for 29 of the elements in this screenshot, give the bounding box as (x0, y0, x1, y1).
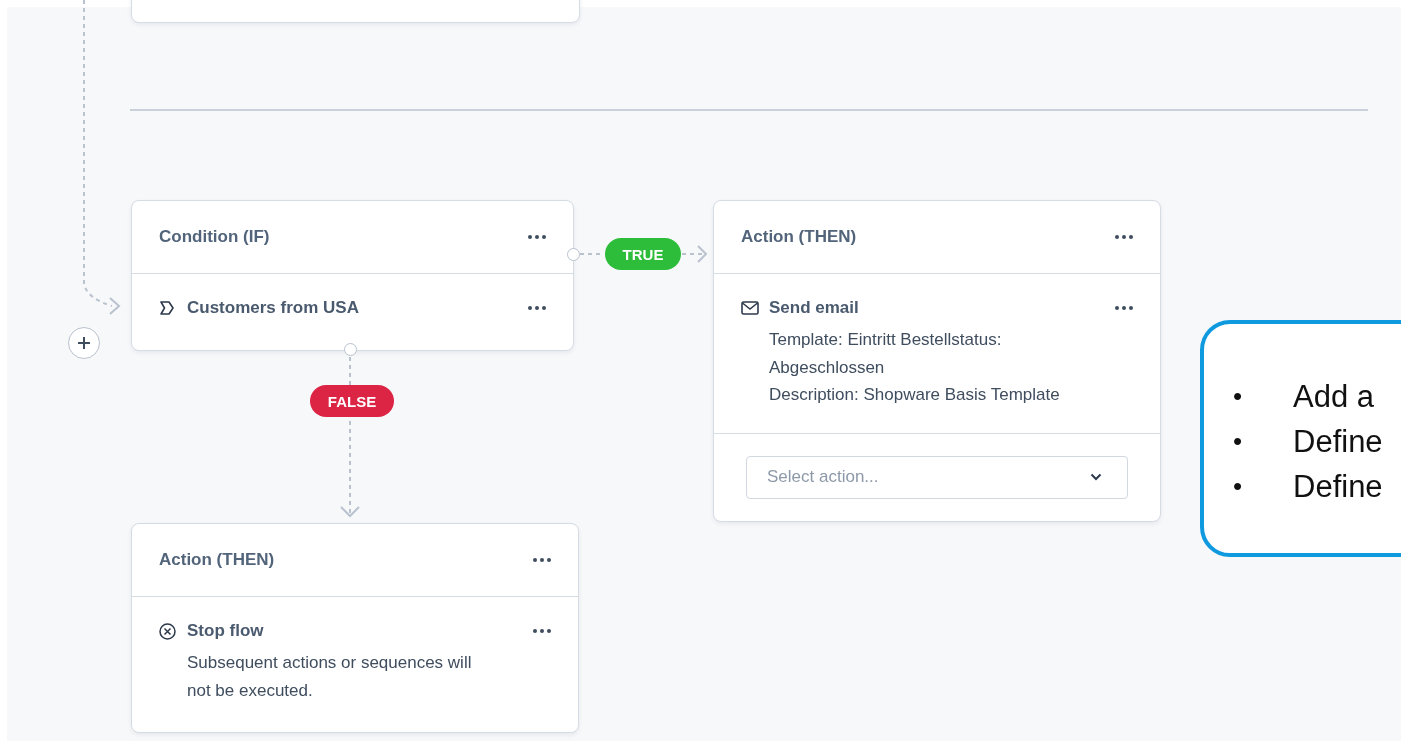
chevron-down-icon (1090, 472, 1102, 481)
item-label[interactable]: Customers from USA (187, 298, 528, 318)
callout-text: Add a (1293, 378, 1374, 415)
node-title: Action (THEN) (159, 550, 275, 570)
envelope-icon (741, 301, 759, 315)
rule-icon (159, 300, 177, 316)
more-icon[interactable] (1115, 235, 1133, 239)
more-icon[interactable] (1115, 306, 1133, 310)
callout-text: Define (1293, 423, 1383, 460)
branch-label: FALSE (310, 385, 394, 417)
item-description: Template: Eintritt Bestellstatus: Abgeschlossen (769, 329, 1003, 379)
callout-text: Define (1293, 468, 1383, 505)
close-circle-icon (159, 622, 177, 640)
more-icon[interactable] (528, 235, 546, 239)
branch-label: TRUE (605, 238, 681, 270)
item-label[interactable]: Send email (769, 298, 1115, 318)
plus-icon (77, 336, 91, 350)
item-description: Subsequent actions or sequences will not be executed. (187, 652, 473, 702)
node-title: Condition (IF) (159, 227, 270, 247)
bullet: • (1233, 426, 1244, 457)
bullet: • (1233, 471, 1244, 502)
item-description: Description: Shopware Basis Template (769, 384, 1061, 406)
more-icon[interactable] (533, 558, 551, 562)
more-icon[interactable] (528, 306, 546, 310)
item-label[interactable]: Stop flow (187, 621, 533, 641)
node-title: Action (THEN) (741, 227, 857, 247)
bullet: • (1233, 381, 1244, 412)
select-field[interactable]: Select action... (746, 455, 1128, 499)
more-icon[interactable] (533, 629, 551, 633)
